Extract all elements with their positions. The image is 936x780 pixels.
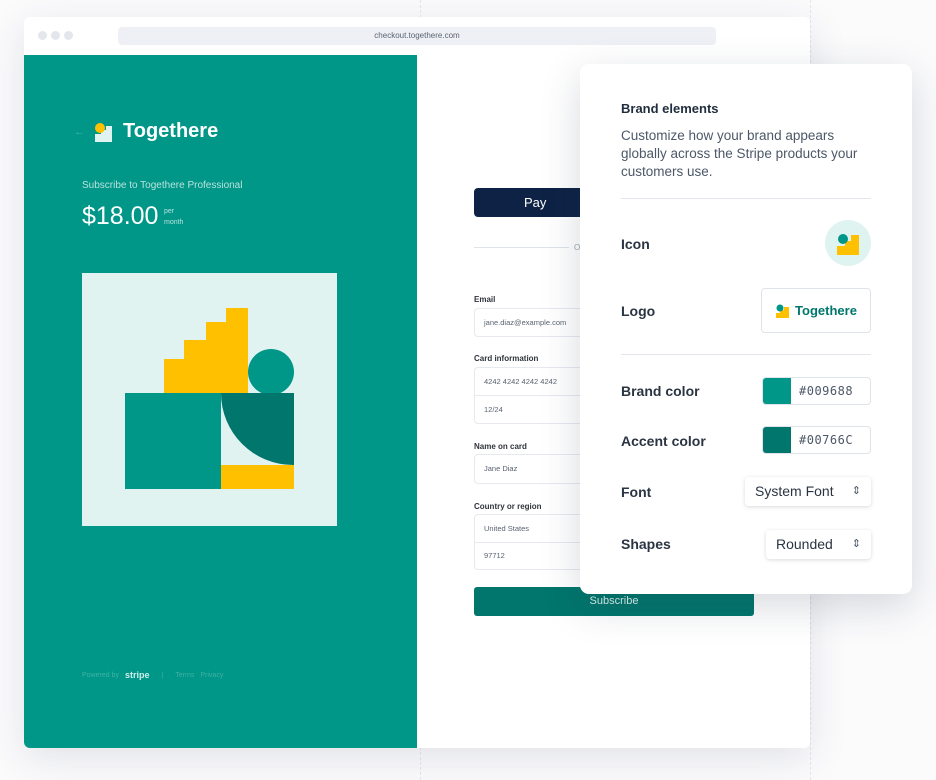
price-period: per month: [164, 206, 183, 228]
panel-title: Brand elements: [621, 101, 719, 116]
shapes-select[interactable]: Rounded ⇕: [766, 530, 871, 559]
font-select[interactable]: System Font ⇕: [745, 477, 871, 506]
shapes-label: Shapes: [621, 536, 671, 552]
accent-color-value[interactable]: #00766C: [791, 427, 870, 453]
window-dot[interactable]: [38, 31, 47, 40]
address-bar[interactable]: checkout.togethere.com: [118, 27, 716, 45]
accent-color-label: Accent color: [621, 433, 706, 449]
terms-link[interactable]: Terms: [175, 672, 194, 679]
powered-by-text: Powered by: [82, 671, 119, 679]
divider: [474, 247, 569, 248]
checkout-summary: ← Togethere Subscribe to Togethere Profe…: [24, 55, 417, 748]
price: $18.00: [82, 202, 159, 230]
divider: |: [161, 671, 164, 679]
stairs-logo-icon: [776, 304, 790, 318]
logo-text: Togethere: [795, 303, 857, 318]
back-arrow-icon[interactable]: ←: [74, 126, 85, 138]
brand-logo-upload[interactable]: Togethere: [761, 288, 871, 333]
country-label: Country or region: [474, 502, 542, 511]
stripe-logo[interactable]: stripe: [125, 670, 150, 680]
brand-logo[interactable]: ← Togethere: [74, 120, 218, 143]
stairs-logo-icon: [837, 234, 859, 255]
divider: [621, 198, 871, 199]
chevron-up-down-icon: ⇕: [851, 538, 861, 550]
window-dot[interactable]: [51, 31, 60, 40]
browser-toolbar: checkout.togethere.com: [24, 17, 810, 55]
icon-label: Icon: [621, 236, 650, 252]
checkout-footer: Powered by stripe | Terms Privacy: [82, 670, 223, 680]
per-text: per: [164, 208, 175, 215]
brand-elements-panel: Brand elements Customize how your brand …: [580, 64, 912, 594]
brand-color-swatch[interactable]: [763, 378, 791, 404]
divider: [621, 354, 871, 355]
brand-color-input[interactable]: #009688: [762, 377, 871, 405]
product-subtitle: Subscribe to Togethere Professional: [82, 180, 243, 191]
brand-icon-upload[interactable]: [825, 220, 871, 266]
accent-color-swatch[interactable]: [763, 427, 791, 453]
name-label: Name on card: [474, 442, 527, 451]
privacy-link[interactable]: Privacy: [200, 672, 223, 679]
apple-pay-label: Pay: [524, 195, 547, 210]
logo-label: Logo: [621, 303, 656, 319]
stairs-logo-icon: [95, 122, 112, 142]
email-label: Email: [474, 295, 496, 304]
chevron-up-down-icon: ⇕: [851, 485, 861, 497]
product-illustration: [82, 273, 337, 526]
font-value: System Font: [755, 483, 834, 499]
font-label: Font: [621, 484, 652, 500]
card-label: Card information: [474, 354, 539, 363]
brand-color-value[interactable]: #009688: [791, 378, 870, 404]
panel-description: Customize how your brand appears globall…: [621, 128, 858, 179]
accent-color-input[interactable]: #00766C: [762, 426, 871, 454]
brand-name: Togethere: [123, 120, 219, 142]
window-dot[interactable]: [64, 31, 73, 40]
shapes-value: Rounded: [776, 536, 833, 552]
brand-color-label: Brand color: [621, 383, 700, 399]
month-text: month: [164, 219, 184, 226]
